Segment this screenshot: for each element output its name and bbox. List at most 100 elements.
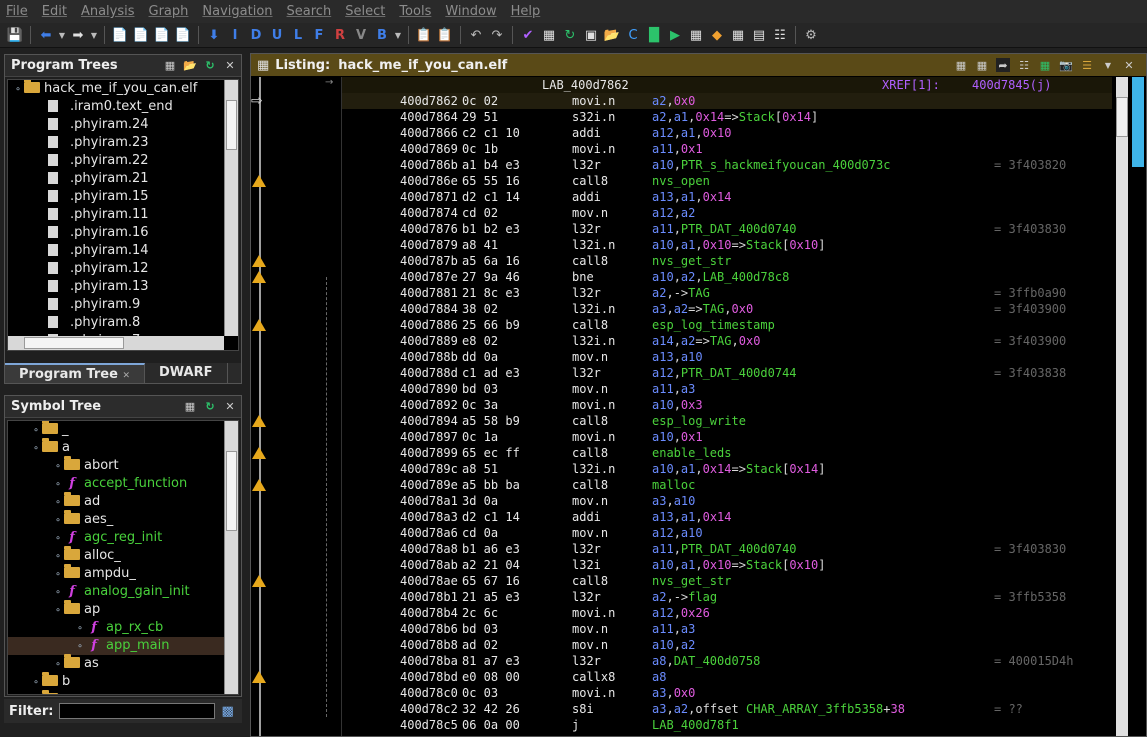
- code-operands[interactable]: a11,a3: [652, 381, 695, 397]
- expand-icon[interactable]: ⚬: [52, 458, 64, 476]
- code-row[interactable]: 400d78b8 ad 02 mov.n a10,a2: [342, 637, 1112, 653]
- code-row[interactable]: 400d78ae 65 67 16 call8 nvs_get_str: [342, 573, 1112, 589]
- code-row[interactable]: 400d78c0 0c 03 movi.n a3,0x0: [342, 685, 1112, 701]
- code-row[interactable]: 400d7876 b1 b2 e3 l32r a11,PTR_DAT_400d0740…: [342, 221, 1112, 237]
- code-row[interactable]: 400d78a1 3d 0a mov.n a3,a10: [342, 493, 1112, 509]
- code-operands[interactable]: a13,a1,0x14: [652, 509, 732, 525]
- code-operands[interactable]: a3,a2,offset CHAR_ARRAY_3ffb5358+38: [652, 701, 905, 717]
- snapshot-icon[interactable]: 📷: [1059, 58, 1073, 72]
- symbol-tree-item[interactable]: ⚬ alloc_: [8, 546, 238, 566]
- symbol-tree-item[interactable]: ⚬ aes_: [8, 510, 238, 529]
- function-graph-icon[interactable]: █: [645, 26, 663, 44]
- xref-address[interactable]: 400d7845(j): [972, 77, 1051, 93]
- expand-icon[interactable]: ⚬: [30, 440, 42, 458]
- code-row[interactable]: 400d7866 c2 c1 10 addi a12,a1,0x10: [342, 125, 1112, 141]
- code-row[interactable]: 400d786b a1 b4 e3 l32r a10,PTR_s_hackmeifyo…: [342, 157, 1112, 173]
- menu-navigation[interactable]: Navigation: [202, 4, 272, 19]
- edit-fields-icon[interactable]: ☷: [1017, 58, 1031, 72]
- code-operands[interactable]: a13,a1,0x14: [652, 189, 732, 205]
- code-row[interactable]: 400d786e 65 55 16 call8 nvs_open: [342, 173, 1112, 189]
- cursor-icon[interactable]: ➦: [996, 58, 1010, 72]
- tab-program-tree[interactable]: Program Tree ✕: [5, 363, 145, 383]
- listing-code[interactable]: LAB_400d7862 XREF[1]: 400d7845(j) 400d78…: [341, 77, 1112, 736]
- code-operands[interactable]: a11,a3: [652, 621, 695, 637]
- code-operands[interactable]: nvs_get_str: [652, 573, 731, 589]
- code-operands[interactable]: a12,a10: [652, 525, 703, 541]
- code-row[interactable]: 400d7897 0c 1a movi.n a10,0x1: [342, 429, 1112, 445]
- expand-icon[interactable]: ⚬: [52, 656, 64, 674]
- tab-close-icon[interactable]: ✕: [122, 371, 130, 381]
- tab-dwarf[interactable]: DWARF: [145, 363, 228, 383]
- program-tree-item[interactable]: .phyiram.9: [8, 296, 238, 314]
- code-operands[interactable]: malloc: [652, 477, 695, 493]
- warning-icon[interactable]: [252, 671, 266, 683]
- filter-input[interactable]: [59, 703, 216, 719]
- symbol-tree-item[interactable]: ⚬ ampdu_: [8, 564, 238, 583]
- nav-page-icon-1[interactable]: 📄: [111, 26, 129, 44]
- menu-file[interactable]: File: [6, 4, 28, 19]
- toolbar-letter-b[interactable]: B: [373, 26, 391, 44]
- code-row[interactable]: 400d7886 25 66 b9 call8 esp_log_timestamp: [342, 317, 1112, 333]
- symbol-tree-item[interactable]: ⚬ f ap_rx_cb: [8, 619, 238, 637]
- hscrollbar-thumb[interactable]: [24, 337, 124, 349]
- code-label[interactable]: LAB_400d7862: [542, 77, 629, 93]
- checkmark-icon[interactable]: ✔: [519, 26, 537, 44]
- code-operands[interactable]: a12,PTR_DAT_400d0744: [652, 365, 797, 381]
- back-dropdown-icon[interactable]: ▼: [58, 26, 66, 44]
- toolbar-letter-u[interactable]: U: [268, 26, 286, 44]
- code-row[interactable]: 400d7871 d2 c1 14 addi a13,a1,0x14: [342, 189, 1112, 205]
- code-row[interactable]: 400d78a6 cd 0a mov.n a12,a10: [342, 525, 1112, 541]
- refresh-icon[interactable]: ↻: [561, 26, 579, 44]
- create-namespace-icon[interactable]: ▦: [183, 400, 197, 414]
- code-row[interactable]: 400d7869 0c 1b movi.n a11,0x1: [342, 141, 1112, 157]
- open-tree-icon[interactable]: 📂: [183, 59, 197, 73]
- code-operands[interactable]: enable_leds: [652, 445, 731, 461]
- expand-icon[interactable]: ⚬: [52, 548, 64, 566]
- code-operands[interactable]: nvs_open: [652, 173, 710, 189]
- warning-icon[interactable]: [252, 319, 266, 331]
- code-operands[interactable]: esp_log_write: [652, 413, 746, 429]
- close-icon[interactable]: ✕: [1122, 58, 1136, 72]
- code-row[interactable]: 400d78a3 d2 c1 14 addi a13,a1,0x14: [342, 509, 1112, 525]
- gear-icon[interactable]: ⚙: [802, 26, 820, 44]
- menu-help[interactable]: Help: [511, 4, 541, 19]
- symbol-tree-item[interactable]: ⚬ f agc_reg_init: [8, 529, 238, 547]
- toolbar-letter-v[interactable]: V: [352, 26, 370, 44]
- run-icon[interactable]: ▶: [666, 26, 684, 44]
- toolbar-letter-i[interactable]: I: [226, 26, 244, 44]
- warning-icon[interactable]: [252, 479, 266, 491]
- program-tree-item[interactable]: .phyiram.14: [8, 242, 238, 260]
- symbol-tree-scrollbar[interactable]: [224, 421, 238, 694]
- program-tree-item[interactable]: .phyiram.13: [8, 278, 238, 296]
- code-row[interactable]: 400d78c5 06 0a 00 j LAB_400d78f1: [342, 717, 1112, 733]
- code-operands[interactable]: a10,a1,0x10=>Stack[0x10]: [652, 237, 825, 253]
- symbol-tree-item[interactable]: ⚬ f app_main: [8, 637, 238, 655]
- menu-analysis[interactable]: Analysis: [81, 4, 135, 19]
- code-operands[interactable]: a3,0x0: [652, 685, 695, 701]
- code-row[interactable]: 400d7862 0c 02 movi.n a2,0x0: [342, 93, 1112, 109]
- code-row[interactable]: 400d78b1 21 a5 e3 l32r a2,->flag = 3ffb5358: [342, 589, 1112, 605]
- code-operands[interactable]: a3,a2=>TAG,0x0: [652, 301, 753, 317]
- code-operands[interactable]: a10,a2: [652, 637, 695, 653]
- code-operands[interactable]: a2,a1,0x14=>Stack[0x14]: [652, 109, 818, 125]
- symbol-tree-item[interactable]: ⚬ a: [8, 438, 238, 458]
- options-icon[interactable]: ☰: [1080, 58, 1094, 72]
- code-operands[interactable]: esp_log_timestamp: [652, 317, 775, 333]
- bookmark-icon[interactable]: ◆: [708, 26, 726, 44]
- toolbar-letter-r[interactable]: R: [331, 26, 349, 44]
- program-tree-scrollbar[interactable]: [224, 80, 238, 336]
- symbol-tree-item[interactable]: ⚬ f analog_gain_init: [8, 583, 238, 601]
- code-operands[interactable]: a12,a1,0x10: [652, 125, 732, 141]
- expand-icon[interactable]: ⚬: [30, 692, 42, 694]
- code-operands[interactable]: a10,a2,LAB_400d78c8: [652, 269, 789, 285]
- code-row[interactable]: 400d78a8 b1 a6 e3 l32r a11,PTR_DAT_400d0740…: [342, 541, 1112, 557]
- program-tree-root[interactable]: ⚬ hack_me_if_you_can.elf: [8, 80, 238, 98]
- program-tree-item[interactable]: .phyiram.15: [8, 188, 238, 206]
- forward-arrow-icon[interactable]: ➡: [69, 26, 87, 44]
- code-row[interactable]: 400d78bd e0 08 00 callx8 a8: [342, 669, 1112, 685]
- code-operands[interactable]: a2,0x0: [652, 93, 695, 109]
- warning-icon[interactable]: [252, 575, 266, 587]
- symbol-tree-item[interactable]: ⚬ f accept_function: [8, 475, 238, 493]
- collapse-icon[interactable]: ⚬: [12, 81, 24, 99]
- program-tree-item[interactable]: .iram0.text_end: [8, 98, 238, 116]
